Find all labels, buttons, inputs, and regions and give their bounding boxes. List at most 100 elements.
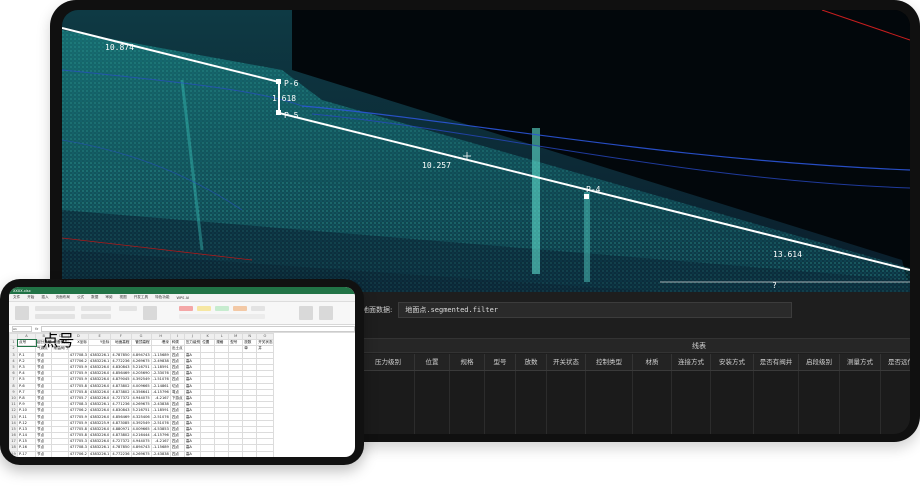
cell[interactable]: 4383226.0 (87, 376, 112, 384)
cell[interactable]: 4.873085 (110, 419, 132, 427)
cell[interactable]: -1.15689 (150, 444, 171, 452)
cell[interactable]: 4.880971 (110, 425, 132, 434)
cell[interactable]: 4.873802 (110, 431, 132, 440)
cell[interactable]: -2.43838 (150, 450, 171, 457)
cell[interactable]: 高A (183, 450, 202, 457)
cell[interactable]: 477705.3 (67, 438, 89, 446)
cell[interactable]: P-17 (17, 450, 36, 457)
cell[interactable]: 4383226.1 (87, 357, 112, 365)
column-header[interactable]: 控制类型 (586, 354, 633, 370)
cell[interactable]: -4.2167 (150, 394, 171, 403)
cell[interactable]: 4.830843 (110, 363, 132, 372)
cell[interactable]: 出土点 (169, 345, 185, 353)
cell[interactable]: 4.269675 (130, 401, 152, 409)
cell[interactable]: 4.894743 (130, 444, 152, 452)
cell[interactable]: -2.33076 (150, 370, 171, 378)
cell[interactable]: 4.771236 (110, 401, 132, 409)
cell[interactable]: 4.894743 (130, 351, 152, 359)
cell[interactable]: 4.269675 (130, 357, 152, 365)
cell[interactable]: 477708.3 (67, 401, 89, 409)
cell[interactable]: 4383226.0 (87, 413, 112, 421)
cell[interactable]: 4.216444 (130, 431, 152, 440)
menu-item[interactable]: 开发工具 (134, 295, 148, 300)
menu-item[interactable]: 插入 (41, 295, 48, 300)
cell[interactable]: -1.51076 (150, 376, 171, 384)
cell[interactable] (200, 450, 216, 457)
cell[interactable]: 477705.7 (67, 394, 89, 403)
cell[interactable]: 477705.9 (67, 363, 89, 372)
cell[interactable]: 4383226.0 (87, 425, 112, 434)
cell[interactable]: 4383226.1 (87, 351, 112, 359)
cell[interactable]: 4383225.9 (87, 419, 112, 427)
cell[interactable]: 4.830843 (110, 407, 132, 415)
cell[interactable]: -4.15796 (150, 388, 171, 396)
cell[interactable]: 4383226.1 (87, 401, 112, 409)
cell[interactable]: -4.53853 (150, 425, 171, 434)
cell[interactable]: 477705.9 (67, 413, 89, 421)
cell[interactable]: 4.392549 (130, 376, 152, 384)
menu-item[interactable]: WPS AI (176, 296, 189, 300)
cell[interactable]: 四点 (169, 450, 185, 457)
cell[interactable]: 4383226.0 (87, 431, 112, 440)
cell[interactable]: 4383226.0 (87, 394, 112, 403)
cell[interactable]: 477705.8 (67, 388, 89, 396)
menu-item[interactable]: 审阅 (105, 295, 112, 300)
column-header[interactable]: 位置 (415, 354, 450, 370)
row-number[interactable]: 19 (9, 450, 18, 457)
cell[interactable]: 4.944075 (130, 394, 152, 403)
cell[interactable]: 下游点 (169, 394, 185, 403)
function-icon[interactable]: fx (35, 327, 38, 331)
cell[interactable]: 477708.3 (67, 351, 89, 359)
cell[interactable]: 4.944075 (130, 438, 152, 446)
column-header[interactable]: 测量方式 (840, 354, 881, 370)
cell[interactable]: 4.787850 (110, 351, 132, 359)
cell[interactable]: 4.787850 (110, 444, 132, 452)
cell[interactable]: -1.18591 (150, 407, 171, 415)
cell[interactable]: 477705.9 (67, 376, 89, 384)
column-header[interactable]: 放数 (516, 354, 547, 370)
point-cloud-viewport[interactable]: 10.874 P-6 1.618 P-5 10.257 P-4 13.614 ? (62, 10, 910, 292)
cell[interactable]: 压力级别 (183, 339, 202, 347)
cell[interactable]: 4383226.0 (87, 363, 112, 372)
cell[interactable]: 4.269675 (130, 450, 152, 457)
cell[interactable]: 常温阀门 (51, 345, 69, 353)
cell[interactable]: 4383226.0 (87, 382, 112, 390)
cell[interactable]: 4.873802 (110, 388, 132, 396)
column-header[interactable]: 型号 (485, 354, 516, 370)
menu-item[interactable]: 特色功能 (155, 295, 169, 300)
cell[interactable]: -2.43838 (150, 401, 171, 409)
column-header[interactable]: 材质 (633, 354, 672, 370)
cell[interactable]: 节点 (34, 450, 53, 457)
cell[interactable]: 4383226.0 (87, 370, 112, 378)
cell[interactable]: -4.15796 (150, 431, 171, 440)
cell[interactable]: 4.009665 (130, 382, 152, 390)
cell[interactable]: 477705.8 (67, 382, 89, 390)
cell[interactable]: 4.873802 (110, 382, 132, 390)
cell[interactable]: 4.392549 (130, 419, 152, 427)
cell[interactable] (256, 450, 274, 457)
cell[interactable]: 4.772236 (110, 450, 132, 457)
vertex-marker[interactable] (584, 194, 589, 199)
cell[interactable]: 4383226.0 (87, 407, 112, 415)
cell[interactable]: 4.009665 (130, 425, 152, 434)
cell[interactable]: 477705.8 (67, 425, 89, 434)
cell[interactable]: -4.2167 (150, 438, 171, 446)
cell[interactable]: 4.856469 (110, 370, 132, 378)
attribute-table-body[interactable] (362, 371, 910, 434)
cell[interactable]: 4383226.1 (87, 450, 112, 457)
cell[interactable]: -2.49838 (150, 357, 171, 365)
cell[interactable]: 477705.9 (67, 370, 89, 378)
menu-item[interactable]: 开始 (27, 295, 34, 300)
cell[interactable]: -1.18591 (150, 363, 171, 372)
cell[interactable]: 设备种类 (51, 339, 69, 347)
column-header[interactable]: 启段级别 (799, 354, 840, 370)
cell[interactable]: 4.727372 (110, 394, 132, 403)
source-field[interactable]: 地面点.segmented.filter (398, 302, 793, 318)
cell[interactable]: 4383226.1 (87, 444, 112, 452)
cell[interactable]: 4.356641 (130, 388, 152, 396)
cell[interactable]: -1.15689 (150, 351, 171, 359)
cell[interactable] (51, 450, 69, 457)
column-header[interactable]: 是否远传 (881, 354, 910, 370)
cell[interactable]: 4.325406 (130, 413, 152, 421)
column-header[interactable]: 是否有阀井 (754, 354, 799, 370)
